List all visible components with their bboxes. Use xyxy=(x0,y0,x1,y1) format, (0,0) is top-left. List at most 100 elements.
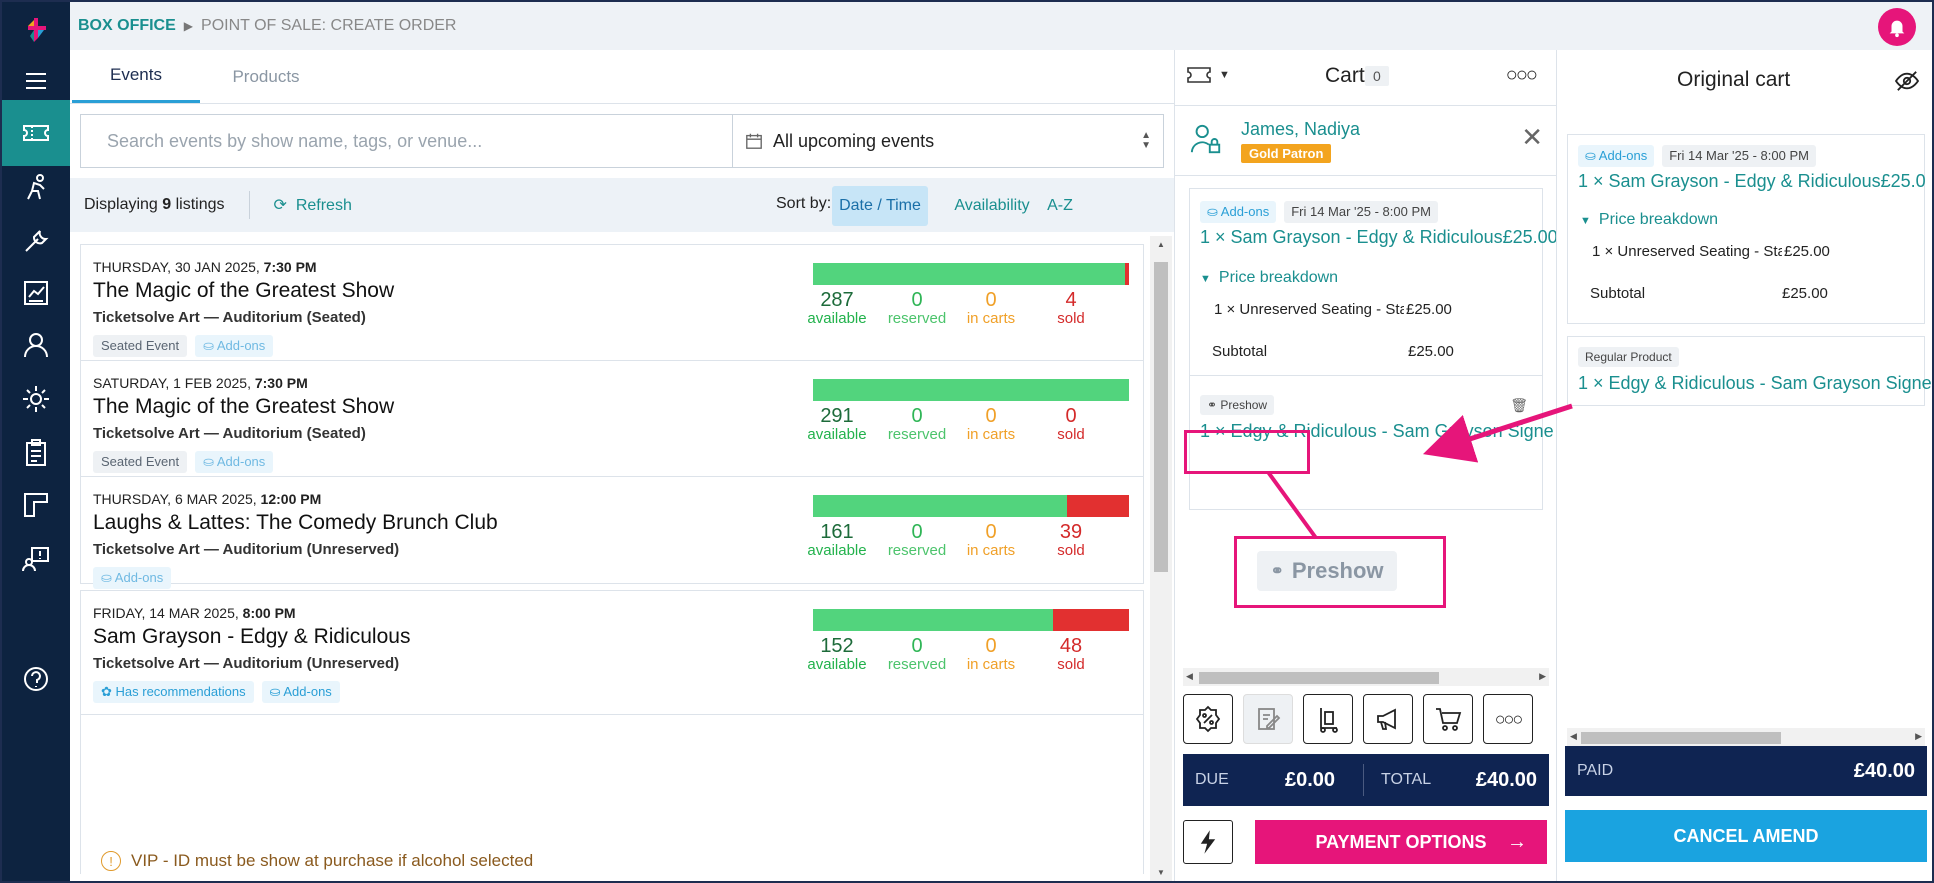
event-title: Laughs & Lattes: The Comedy Brunch Club xyxy=(93,511,498,534)
scroll-thumb[interactable] xyxy=(1199,672,1439,684)
search-row: Search events by show name, tags, or ven… xyxy=(80,114,1164,168)
price-breakdown-toggle[interactable]: ▼ Price breakdown xyxy=(1200,269,1338,287)
sold-fill xyxy=(1053,609,1129,631)
event-venue: Ticketsolve Art — Auditorium (Unreserved… xyxy=(93,655,400,672)
due-value: £0.00 xyxy=(1285,768,1336,791)
trash-icon[interactable]: 🗑 xyxy=(1510,397,1528,414)
event-card[interactable]: THURSDAY, 6 MAR 2025, 12:00 PM Laughs & … xyxy=(80,476,1144,589)
event-card[interactable]: FRIDAY, 14 MAR 2025, 8:00 PM Sam Grayson… xyxy=(80,590,1144,721)
marketing-button[interactable] xyxy=(1363,694,1413,744)
event-card[interactable]: THURSDAY, 30 JAN 2025, 7:30 PM The Magic… xyxy=(80,244,1144,375)
breakdown-line-price: £25.00 xyxy=(1782,243,1830,260)
app-window: BOX OFFICE ▶ POINT OF SALE: CREATE ORDER… xyxy=(0,0,1934,883)
ticket-type-dropdown[interactable]: ▼ xyxy=(1187,66,1230,84)
delivery-button[interactable] xyxy=(1303,694,1353,744)
nav-feedback[interactable] xyxy=(2,526,70,592)
tab-products[interactable]: Products xyxy=(202,50,330,103)
more-options-icon[interactable]: ○○○ xyxy=(1506,64,1538,87)
select-arrows-icon: ▲ ▼ xyxy=(1141,130,1151,151)
cart-item-name[interactable]: 1 × Sam Grayson - Edgy & Ridiculous£25.0… xyxy=(1200,227,1556,248)
sold-fill xyxy=(1124,263,1129,285)
discount-button[interactable] xyxy=(1183,694,1233,744)
sort-date-time[interactable]: Date / Time xyxy=(832,186,928,226)
logo-icon xyxy=(28,18,46,42)
stat-in-carts: 0 in carts xyxy=(966,289,1016,327)
more-actions-button[interactable]: ○○○ xyxy=(1483,694,1533,744)
quick-action-button[interactable] xyxy=(1183,820,1233,864)
cart-button[interactable] xyxy=(1423,694,1473,744)
breadcrumb-separator-icon: ▶ xyxy=(183,19,194,33)
event-venue: Ticketsolve Art — Auditorium (Seated) xyxy=(93,309,366,326)
eye-off-icon[interactable] xyxy=(1893,70,1921,92)
clipboard-icon xyxy=(26,439,46,466)
price-breakdown-toggle[interactable]: ▼ Price breakdown xyxy=(1580,211,1718,229)
search-input[interactable]: Search events by show name, tags, or ven… xyxy=(81,115,733,167)
more-options-icon: ○○○ xyxy=(1494,708,1524,729)
cart-header: ▼ Cart 0 ○○○ xyxy=(1175,50,1556,106)
original-cart-title: Original cart xyxy=(1677,68,1791,91)
event-title: The Magic of the Greatest Show xyxy=(93,279,395,302)
events-scrollbar[interactable]: ▲ ▼ xyxy=(1150,236,1172,881)
divider xyxy=(248,191,250,219)
availability-bar xyxy=(813,609,1129,631)
stat-available: 161 available xyxy=(807,521,867,559)
person-run-icon xyxy=(27,174,45,200)
breadcrumb: BOX OFFICE ▶ POINT OF SALE: CREATE ORDER xyxy=(70,2,1932,50)
megaphone-icon xyxy=(1377,708,1396,730)
sort-a-z[interactable]: A-Z xyxy=(1040,186,1080,226)
vip-note: ! VIP - ID must be show at purchase if a… xyxy=(101,851,533,871)
stat-sold: 4 sold xyxy=(1057,289,1085,327)
left-nav xyxy=(2,2,70,881)
discount-icon xyxy=(1195,705,1221,733)
event-card[interactable]: SATURDAY, 1 FEB 2025, 7:30 PM The Magic … xyxy=(80,360,1144,491)
stat-reserved: 0 reserved xyxy=(887,521,947,559)
availability-bar xyxy=(813,263,1129,285)
board-icon xyxy=(24,493,48,517)
patron-card: James, Nadiya Gold Patron ✕ xyxy=(1175,106,1556,176)
payment-options-button[interactable]: PAYMENT OPTIONS → xyxy=(1255,820,1547,864)
original-item-name: 1 × Sam Grayson - Edgy & Ridiculous£25.0 xyxy=(1578,171,1926,191)
warning-icon: ! xyxy=(101,851,121,871)
scroll-thumb[interactable] xyxy=(1154,262,1168,572)
refresh-button[interactable]: ⟳ Refresh xyxy=(274,195,352,215)
report-icon xyxy=(24,281,48,305)
badge-addons: ⛀ Add-ons xyxy=(195,335,274,357)
nav-help[interactable] xyxy=(2,646,70,712)
caret-down-icon: ▼ xyxy=(1580,215,1591,227)
help-icon xyxy=(24,667,48,691)
cart-hscrollbar[interactable]: ◀ ▶ xyxy=(1183,668,1549,686)
patron-name[interactable]: James, Nadiya xyxy=(1241,119,1360,140)
bell-icon xyxy=(1889,20,1905,38)
stat-reserved: 0 reserved xyxy=(887,289,947,327)
stat-sold: 39 sold xyxy=(1057,521,1085,559)
listing-toolbar: Displaying 9 listings ⟳ Refresh Sort by:… xyxy=(70,178,1174,232)
stat-in-carts: 0 in carts xyxy=(966,405,1016,443)
scroll-thumb[interactable] xyxy=(1581,732,1781,744)
original-item-2: Regular Product 1 × Edgy & Ridiculous - … xyxy=(1567,336,1932,406)
breadcrumb-box-office[interactable]: BOX OFFICE xyxy=(78,17,176,35)
tab-bar: Events Products xyxy=(70,50,1174,104)
stat-available: 152 available xyxy=(807,635,867,673)
feedback-icon xyxy=(22,547,49,572)
total-label: TOTAL xyxy=(1381,771,1432,788)
event-title: The Magic of the Greatest Show xyxy=(93,395,395,418)
shopping-cart-icon xyxy=(1436,708,1462,731)
patron-icon xyxy=(1190,124,1221,154)
due-total-bar: DUE £0.00 TOTAL £40.00 xyxy=(1183,754,1549,806)
due-label: DUE xyxy=(1195,771,1229,788)
cancel-amend-button[interactable]: CANCEL AMEND xyxy=(1565,810,1927,862)
callout-box: ⚭ Preshow xyxy=(1234,536,1446,608)
original-hscrollbar[interactable]: ◀ ▶ xyxy=(1567,728,1925,746)
stat-available: 291 available xyxy=(807,405,867,443)
callout-preshow-tag: ⚭ Preshow xyxy=(1257,551,1397,591)
event-filter-select[interactable]: All upcoming events ▲ ▼ xyxy=(733,115,1163,167)
close-icon[interactable]: ✕ xyxy=(1521,124,1543,150)
refresh-icon: ⟳ xyxy=(273,197,287,214)
sort-availability[interactable]: Availability xyxy=(938,186,1046,226)
breakdown-line-price: £25.00 xyxy=(1404,301,1452,318)
notes-button[interactable] xyxy=(1243,694,1293,744)
notifications-button[interactable] xyxy=(1878,8,1916,46)
lightning-icon xyxy=(1200,830,1216,854)
stat-sold: 48 sold xyxy=(1057,635,1085,673)
tab-events[interactable]: Events xyxy=(72,50,200,103)
